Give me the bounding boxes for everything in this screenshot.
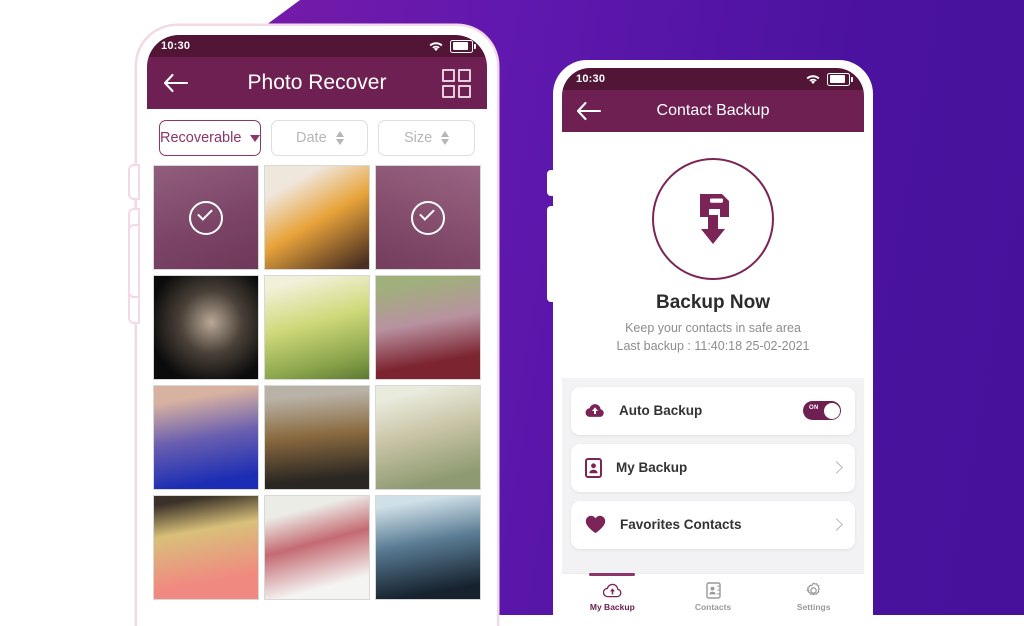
filter-bar: Recoverable Date Size <box>147 109 487 165</box>
phone-screen-right: 10:30 Contact Backup Backup Now Keep you… <box>562 68 864 620</box>
row-favorites-contacts[interactable]: Favorites Contacts <box>571 500 855 549</box>
status-bar-left: 10:30 <box>147 35 487 57</box>
photo-thumbnail <box>265 276 369 379</box>
photo-thumbnail <box>154 496 258 599</box>
photo-thumbnail <box>376 386 480 489</box>
toggle-state-label: ON <box>809 405 819 411</box>
photo-cell[interactable] <box>153 385 259 490</box>
page-title: Photo Recover <box>247 71 387 94</box>
filter-chip-recoverable[interactable]: Recoverable <box>159 120 262 156</box>
photo-cell[interactable] <box>375 385 481 490</box>
page-title: Contact Backup <box>656 102 770 119</box>
nav-item-label: Settings <box>796 602 831 612</box>
chevron-right-icon <box>830 518 843 531</box>
heart-icon <box>585 515 606 533</box>
photo-thumbnail <box>265 496 369 599</box>
nav-item-settings[interactable]: Settings <box>763 574 864 620</box>
bottom-navigation: My Backup Contacts Settings <box>562 573 864 620</box>
status-bar-time: 10:30 <box>576 73 606 85</box>
backup-subtitle-line2: Last backup : 11:40:18 25-02-2021 <box>616 338 810 353</box>
sort-updown-icon <box>441 131 450 145</box>
photo-cell[interactable] <box>264 165 370 270</box>
status-bar-right: 10:30 <box>562 68 864 90</box>
app-header-contact-backup: Contact Backup <box>562 90 864 132</box>
row-label: Auto Backup <box>619 403 703 418</box>
backup-now-card[interactable]: Backup Now Keep your contacts in safe ar… <box>562 132 864 378</box>
row-label: Favorites Contacts <box>620 517 742 532</box>
grid-view-icon[interactable] <box>442 68 471 98</box>
auto-backup-toggle[interactable]: ON <box>803 401 841 420</box>
filter-chip-label: Size <box>404 130 433 146</box>
photo-cell[interactable] <box>375 275 481 380</box>
photo-thumbnail <box>265 166 369 269</box>
toggle-knob <box>823 402 840 419</box>
photo-cell[interactable] <box>375 165 481 270</box>
row-auto-backup[interactable]: Auto Backup ON <box>571 386 855 435</box>
photo-cell[interactable] <box>264 275 370 380</box>
status-bar-icons <box>806 72 853 86</box>
photo-cell[interactable] <box>153 495 259 600</box>
gear-icon <box>806 582 821 596</box>
battery-icon <box>827 72 853 86</box>
photo-thumbnail <box>265 386 369 489</box>
filter-chip-label: Recoverable <box>160 130 242 146</box>
photo-cell[interactable] <box>153 165 259 270</box>
wifi-icon <box>806 74 820 84</box>
status-bar-icons <box>429 39 476 53</box>
photo-thumbnail <box>376 496 480 599</box>
phone-side-button-power <box>547 220 554 278</box>
phone-side-button-mute <box>547 170 554 196</box>
row-label: My Backup <box>616 460 688 475</box>
phone-side-button-power <box>130 226 138 296</box>
photo-cell[interactable] <box>264 495 370 600</box>
filter-chip-label: Date <box>296 130 327 146</box>
battery-icon <box>450 39 476 53</box>
photo-thumbnail <box>376 276 480 379</box>
backup-circle <box>652 158 774 280</box>
sort-updown-icon <box>335 131 344 145</box>
backup-title: Backup Now <box>655 292 771 313</box>
photo-thumbnail <box>154 386 258 489</box>
app-header-photo-recover: Photo Recover <box>147 57 487 109</box>
check-circle-icon <box>411 200 445 235</box>
phone-mockup-photo-recover: 10:30 Photo Recover Recoverable Date Siz… <box>130 26 497 626</box>
nav-item-contacts[interactable]: Contacts <box>663 574 764 620</box>
wifi-icon <box>429 41 443 51</box>
nav-item-my-backup[interactable]: My Backup <box>562 574 663 620</box>
phone-side-button-mute <box>130 166 138 198</box>
nav-item-label: My Backup <box>589 601 635 612</box>
caret-down-icon <box>250 134 261 142</box>
row-my-backup[interactable]: My Backup <box>571 443 855 492</box>
chevron-right-icon <box>830 461 843 474</box>
cloud-upload-icon <box>602 583 622 597</box>
contact-backup-body: Backup Now Keep your contacts in safe ar… <box>562 132 864 620</box>
filter-chip-size[interactable]: Size <box>378 120 476 156</box>
phone-mockup-contact-backup: 10:30 Contact Backup Backup Now Keep you… <box>547 60 873 620</box>
back-arrow-icon[interactable] <box>576 101 602 121</box>
cloud-upload-icon <box>585 403 604 417</box>
check-circle-icon <box>189 200 223 235</box>
filter-chip-date[interactable]: Date <box>271 120 369 156</box>
photo-cell[interactable] <box>375 495 481 600</box>
back-arrow-icon[interactable] <box>163 73 189 93</box>
contact-card-icon <box>585 457 602 478</box>
photo-cell[interactable] <box>153 275 259 380</box>
nav-item-label: Contacts <box>694 602 732 612</box>
phone-screen-left: 10:30 Photo Recover Recoverable Date Siz… <box>147 35 487 626</box>
status-bar-time: 10:30 <box>161 40 191 52</box>
photo-grid <box>147 165 487 600</box>
photo-cell[interactable] <box>264 385 370 490</box>
save-download-icon <box>700 194 729 244</box>
photo-thumbnail <box>154 276 258 379</box>
contact-book-icon <box>705 582 721 599</box>
backup-subtitle-line1: Keep your contacts in safe area <box>625 321 801 335</box>
